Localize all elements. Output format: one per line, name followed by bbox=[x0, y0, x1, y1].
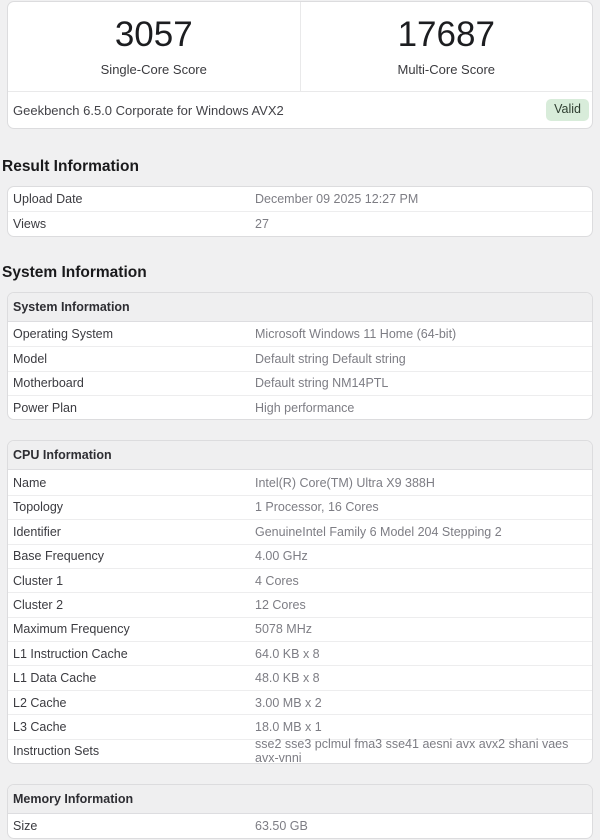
cpu-information-table-title: CPU Information bbox=[8, 441, 592, 471]
system-information-heading: System Information bbox=[2, 263, 147, 281]
row-value: Default string NM14PTL bbox=[255, 376, 389, 391]
row-label: Operating System bbox=[13, 326, 114, 341]
table-row: L1 Instruction Cache 64.0 KB x 8 bbox=[8, 641, 592, 665]
row-value: 27 bbox=[255, 217, 269, 232]
row-label: Name bbox=[13, 475, 47, 490]
benchmark-version-label: Geekbench 6.5.0 Corporate for Windows AV… bbox=[13, 102, 284, 118]
row-label: Instruction Sets bbox=[13, 744, 100, 759]
table-row: Name Intel(R) Core(TM) Ultra X9 388H bbox=[8, 470, 592, 494]
memory-information-table-title: Memory Information bbox=[8, 785, 592, 815]
table-row: Instruction Sets sse2 sse3 pclmul fma3 s… bbox=[8, 737, 592, 765]
row-label: L1 Instruction Cache bbox=[13, 646, 128, 661]
multi-core-score-value: 17687 bbox=[397, 15, 495, 54]
result-information-heading: Result Information bbox=[2, 158, 139, 175]
multi-core-score-panel: 17687 Multi-Core Score bbox=[299, 2, 593, 91]
row-value: Default string Default string bbox=[255, 351, 406, 366]
geekbench-result-page: 3057 Single-Core Score 17687 Multi-Core … bbox=[0, 1, 600, 840]
row-label: Size bbox=[13, 819, 38, 834]
row-label: Views bbox=[13, 217, 47, 232]
row-label: Topology bbox=[13, 500, 64, 515]
row-value: GenuineIntel Family 6 Model 204 Stepping… bbox=[255, 524, 502, 539]
row-value: sse2 sse3 pclmul fma3 sse41 aesni avx av… bbox=[255, 737, 569, 765]
table-row: Model Default string Default string bbox=[8, 346, 592, 370]
row-label: Cluster 1 bbox=[13, 573, 64, 588]
row-label: L3 Cache bbox=[13, 719, 67, 734]
result-information-rows: Upload Date December 09 2025 12:27 PM Vi… bbox=[8, 187, 592, 236]
row-value: December 09 2025 12:27 PM bbox=[255, 192, 419, 207]
table-row: Size 63.50 GB bbox=[8, 814, 592, 838]
table-row: L3 Cache 18.0 MB x 1 bbox=[8, 714, 592, 738]
row-label: L1 Data Cache bbox=[13, 671, 97, 686]
row-value: 18.0 MB x 1 bbox=[255, 719, 322, 734]
version-bar: Geekbench 6.5.0 Corporate for Windows AV… bbox=[8, 91, 592, 128]
valid-badge: Valid bbox=[546, 99, 589, 121]
row-label: Motherboard bbox=[13, 376, 84, 391]
row-label: Power Plan bbox=[13, 400, 77, 415]
row-value: 1 Processor, 16 Cores bbox=[255, 500, 379, 515]
single-core-score-value: 3057 bbox=[114, 15, 193, 54]
row-value: 5078 MHz bbox=[255, 622, 312, 637]
row-value: 64.0 KB x 8 bbox=[255, 646, 320, 661]
table-row: Motherboard Default string NM14PTL bbox=[8, 370, 592, 395]
row-label: Base Frequency bbox=[13, 549, 105, 564]
row-value: Microsoft Windows 11 Home (64-bit) bbox=[255, 326, 457, 341]
memory-information-rows: Size 63.50 GB bbox=[8, 814, 592, 838]
table-row: Identifier GenuineIntel Family 6 Model 2… bbox=[8, 519, 592, 543]
system-information-table-title: System Information bbox=[8, 292, 592, 322]
result-information-table: Upload Date December 09 2025 12:27 PM Vi… bbox=[7, 186, 593, 237]
system-information-rows: Operating System Microsoft Windows 11 Ho… bbox=[8, 322, 592, 420]
table-row: Power Plan High performance bbox=[8, 394, 592, 419]
row-value: 63.50 GB bbox=[255, 819, 308, 834]
row-label: Maximum Frequency bbox=[13, 622, 130, 637]
row-value: 4 Cores bbox=[255, 573, 299, 588]
score-row: 3057 Single-Core Score 17687 Multi-Core … bbox=[8, 2, 592, 91]
table-row: L2 Cache 3.00 MB x 2 bbox=[8, 689, 592, 714]
row-value: 3.00 MB x 2 bbox=[255, 695, 322, 710]
single-core-score-panel: 3057 Single-Core Score bbox=[8, 2, 300, 91]
cpu-information-table: CPU Information Name Intel(R) Core(TM) U… bbox=[7, 440, 593, 765]
row-value: 48.0 KB x 8 bbox=[255, 671, 320, 686]
row-label: Upload Date bbox=[13, 192, 83, 207]
memory-information-table: Memory Information Size 63.50 GB bbox=[7, 784, 593, 840]
cpu-information-rows: Name Intel(R) Core(TM) Ultra X9 388H Top… bbox=[8, 470, 592, 763]
system-information-table: System Information Operating System Micr… bbox=[7, 291, 593, 421]
table-row: Operating System Microsoft Windows 11 Ho… bbox=[8, 322, 592, 346]
table-row: Base Frequency 4.00 GHz bbox=[8, 543, 592, 568]
table-row: Topology 1 Processor, 16 Cores bbox=[8, 494, 592, 519]
score-summary-card: 3057 Single-Core Score 17687 Multi-Core … bbox=[7, 1, 593, 129]
table-row: L1 Data Cache 48.0 KB x 8 bbox=[8, 665, 592, 689]
table-row: Maximum Frequency 5078 MHz bbox=[8, 616, 592, 641]
row-label: L2 Cache bbox=[13, 695, 67, 710]
single-core-score-label: Single-Core Score bbox=[100, 62, 207, 77]
table-row: Upload Date December 09 2025 12:27 PM bbox=[8, 187, 592, 211]
row-label: Model bbox=[13, 351, 48, 366]
row-value: 12 Cores bbox=[255, 597, 306, 612]
row-value: 4.00 GHz bbox=[255, 549, 308, 564]
row-value: High performance bbox=[255, 400, 355, 415]
table-row: Cluster 2 12 Cores bbox=[8, 592, 592, 616]
table-row: Cluster 1 4 Cores bbox=[8, 567, 592, 592]
row-value: Intel(R) Core(TM) Ultra X9 388H bbox=[255, 475, 435, 490]
row-label: Identifier bbox=[13, 524, 61, 539]
table-row: Views 27 bbox=[8, 211, 592, 235]
row-label: Cluster 2 bbox=[13, 597, 64, 612]
multi-core-score-label: Multi-Core Score bbox=[397, 62, 496, 77]
